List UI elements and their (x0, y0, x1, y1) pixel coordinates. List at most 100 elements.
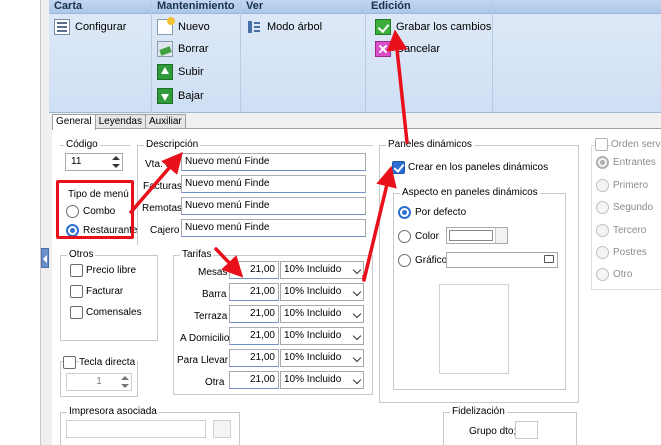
orden-servicio-checkbox[interactable] (595, 138, 608, 151)
tecla-directa-label: Tecla directa (79, 357, 138, 368)
fidelizacion-title: Fidelización (450, 406, 507, 417)
grupo-dto-input[interactable] (515, 421, 538, 439)
radio-por-defecto[interactable] (398, 206, 411, 219)
tab-auxiliar[interactable]: Auxiliar (144, 114, 186, 129)
modo-arbol-button[interactable]: Modo árbol (246, 18, 322, 36)
radio-color-label: Color (415, 231, 439, 242)
ribbon-group-empty (493, 0, 661, 113)
tecla-directa-checkbox[interactable] (63, 356, 76, 369)
tab-general[interactable]: General (52, 114, 96, 130)
button-label: Configurar (75, 21, 127, 33)
chevron-down-icon (352, 287, 362, 297)
remotas-input[interactable]: Nuevo menú Finde (181, 197, 366, 215)
precio-libre-checkbox[interactable] (70, 264, 83, 277)
codigo-value: 11 (71, 156, 82, 167)
cajero-input[interactable]: Nuevo menú Finde (181, 219, 366, 237)
tarifa-price-input[interactable]: 21,00 (229, 305, 279, 323)
codigo-stepper[interactable]: 11 (65, 153, 123, 171)
stepper-arrows-icon[interactable] (121, 376, 129, 388)
tax-value: 10% Incluido (284, 308, 342, 319)
radio-tercero-label: Tercero (613, 225, 647, 236)
remotas-label: Remotas (142, 203, 183, 214)
crear-paneles-checkbox[interactable] (392, 161, 405, 174)
tarifa-tax-select[interactable]: 10% Incluido (280, 261, 364, 279)
button-label: Nuevo (178, 21, 210, 33)
grafico-path-input[interactable] (446, 252, 558, 268)
ribbon-group-carta: Carta Configurar (49, 0, 152, 113)
vta-dir-label: Vta. dir. (145, 159, 179, 170)
radio-primero-label: Primero (613, 180, 649, 191)
left-pane (0, 0, 41, 445)
config-icon (54, 19, 70, 35)
tax-value: 10% Incluido (284, 286, 342, 297)
tax-value: 10% Incluido (284, 352, 342, 363)
radio-por-defecto-label: Por defecto (415, 207, 467, 218)
tarifa-tax-select[interactable]: 10% Incluido (280, 371, 364, 389)
chevron-down-icon (352, 309, 362, 319)
folder-open-icon[interactable] (544, 255, 554, 263)
cancelar-button[interactable]: Cancelar (375, 40, 440, 58)
ribbon-group-mantenimiento: Mantenimiento Nuevo Borrar Subir Bajar (152, 0, 241, 113)
radio-entrantes[interactable] (596, 156, 609, 169)
radio-otro[interactable] (596, 268, 609, 281)
button-label: Bajar (178, 90, 204, 102)
button-label: Borrar (178, 43, 209, 55)
facturar-label: Facturar (86, 286, 124, 297)
tab-leyendas[interactable]: Leyendas (94, 114, 146, 129)
ribbon-group-title: Ver (241, 0, 365, 14)
comensales-checkbox[interactable] (70, 306, 83, 319)
impresora-input[interactable] (66, 420, 206, 438)
tab-strip: General Leyendas Auxiliar (52, 114, 186, 130)
stepper-arrows-icon[interactable] (112, 156, 120, 168)
arrow-down-icon (157, 88, 173, 104)
radio-primero[interactable] (596, 179, 609, 192)
grafico-preview (439, 284, 509, 374)
tarifa-tax-select[interactable]: 10% Incluido (280, 327, 364, 345)
subir-button[interactable]: Subir (157, 63, 204, 81)
grabar-cambios-button[interactable]: Grabar los cambios (375, 18, 491, 36)
radio-tercero[interactable] (596, 224, 609, 237)
tarifa-label: Otra (205, 377, 225, 388)
vta-dir-input[interactable]: Nuevo menú Finde (181, 153, 366, 171)
radio-segundo-label: Segundo (613, 202, 654, 213)
radio-color[interactable] (398, 230, 411, 243)
cancel-x-icon (375, 41, 391, 57)
facturar-checkbox[interactable] (70, 285, 83, 298)
radio-entrantes-label: Entrantes (613, 157, 656, 168)
ribbon-group-ver: Ver Modo árbol (241, 0, 366, 113)
tax-value: 10% Incluido (284, 330, 342, 341)
facturas-input[interactable]: Nuevo menú Finde (181, 175, 366, 193)
bajar-button[interactable]: Bajar (157, 87, 204, 105)
radio-postres[interactable] (596, 246, 609, 259)
color-picker[interactable] (446, 227, 508, 244)
button-label: Cancelar (396, 43, 441, 55)
radio-segundo[interactable] (596, 201, 609, 214)
tecla-directa-stepper[interactable]: 1 (66, 373, 132, 391)
tarifa-label: Mesas (198, 267, 228, 278)
tree-icon (246, 19, 262, 35)
tarifa-price-input[interactable]: 21,00 (229, 261, 279, 279)
configurar-button[interactable]: Configurar (54, 18, 126, 36)
grupo-dto-label: Grupo dto; (469, 426, 517, 437)
chevron-down-icon[interactable] (495, 228, 507, 243)
tarifa-tax-select[interactable]: 10% Incluido (280, 283, 364, 301)
impresora-browse-button[interactable] (213, 420, 231, 438)
tarifa-price-input[interactable]: 21,00 (229, 371, 279, 389)
radio-grafico[interactable] (398, 254, 411, 267)
borrar-button[interactable]: Borrar (157, 40, 209, 58)
nuevo-button[interactable]: Nuevo (157, 17, 210, 36)
paneles-title: Paneles dinámicos (386, 139, 474, 150)
tarifa-tax-select[interactable]: 10% Incluido (280, 305, 364, 323)
tecla-directa-value: 1 (96, 376, 102, 387)
chevron-down-icon (352, 265, 362, 275)
precio-libre-label: Precio libre (86, 265, 137, 276)
tarifa-tax-select[interactable]: 10% Incluido (280, 349, 364, 367)
tax-value: 10% Incluido (284, 374, 342, 385)
collapse-left-pane-icon[interactable] (41, 248, 49, 268)
tax-value: 10% Incluido (284, 264, 342, 275)
tarifa-label: A Domicilio (180, 333, 230, 344)
tarifa-price-input[interactable]: 21,00 (229, 349, 279, 367)
button-label: Modo árbol (267, 21, 323, 33)
tarifa-price-input[interactable]: 21,00 (229, 327, 279, 345)
tarifa-price-input[interactable]: 21,00 (229, 283, 279, 301)
